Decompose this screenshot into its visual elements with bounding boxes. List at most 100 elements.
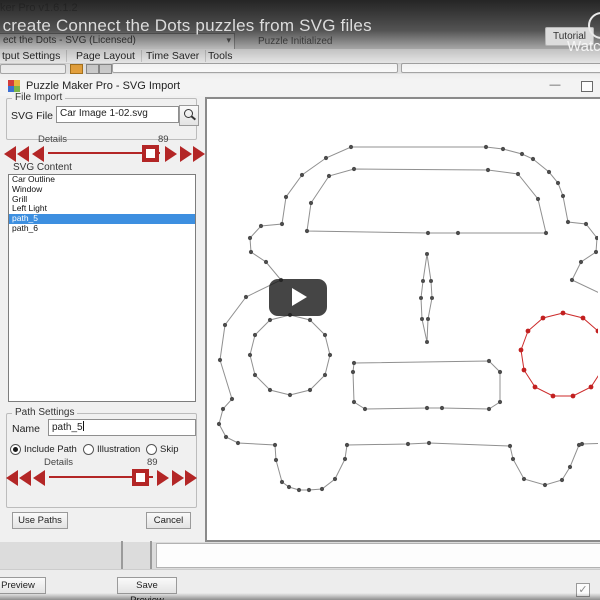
list-item[interactable]: Window — [9, 185, 195, 195]
bottom-button-bar — [0, 569, 600, 600]
toolbar-combobox[interactable] — [0, 64, 66, 74]
puzzle-dot — [522, 368, 527, 373]
puzzle-dot — [264, 260, 268, 264]
preview-path-right-light[interactable] — [521, 313, 598, 396]
svg-content-list[interactable]: Car Outline Window Grill Left Light path… — [8, 174, 196, 402]
puzzle-dot — [248, 236, 252, 240]
fast-decrease-button[interactable] — [6, 470, 31, 486]
puzzle-dot — [430, 296, 434, 300]
toolbar-icon[interactable] — [99, 64, 112, 74]
toolbar-icon[interactable] — [86, 64, 99, 74]
save-preview-button[interactable]: Save Preview — [117, 577, 177, 594]
puzzle-dot — [581, 316, 586, 321]
details-label: Details — [44, 457, 73, 468]
puzzle-dot — [456, 231, 460, 235]
use-paths-button[interactable]: Use Paths — [12, 512, 68, 529]
video-title[interactable]: o create Connect the Dots puzzles from S… — [0, 16, 372, 36]
menu-bar: tput Settings Page Layout Time Saver Too… — [0, 49, 600, 64]
puzzle-dot — [484, 145, 488, 149]
preview-path-window[interactable] — [307, 169, 546, 233]
puzzle-dot — [487, 407, 491, 411]
menu-item-output-settings[interactable]: tput Settings — [0, 50, 67, 62]
puzzle-dot — [561, 194, 565, 198]
toolbar-field[interactable] — [401, 63, 600, 73]
puzzle-dot — [218, 358, 222, 362]
browse-file-button[interactable] — [179, 105, 199, 126]
details-value: 89 — [147, 457, 158, 468]
puzzle-dot — [323, 373, 327, 377]
puzzle-type-dropdown-value: ect the Dots - SVG (Licensed) — [3, 35, 136, 46]
slider-handle[interactable] — [132, 469, 149, 486]
toolbar-field[interactable] — [112, 63, 398, 73]
watch-later-label[interactable]: Watch — [567, 38, 600, 55]
puzzle-dot — [280, 480, 284, 484]
puzzle-dot — [501, 147, 505, 151]
slider-handle[interactable] — [142, 145, 159, 162]
puzzle-dot — [324, 156, 328, 160]
puzzle-dot — [568, 465, 572, 469]
preview-path-grill[interactable] — [353, 361, 500, 409]
puzzle-dot — [308, 388, 312, 392]
puzzle-dot — [268, 388, 272, 392]
text-caret — [83, 421, 84, 431]
fast-decrease-button[interactable] — [4, 146, 29, 162]
include-path-radio[interactable] — [10, 444, 21, 455]
puzzle-dot — [425, 252, 429, 256]
puzzle-dot — [236, 441, 240, 445]
menu-item-tools[interactable]: Tools — [202, 50, 239, 62]
illustration-radio-label: Illustration — [97, 444, 140, 455]
puzzle-dot — [300, 173, 304, 177]
increase-button[interactable] — [165, 146, 177, 162]
window-divider — [150, 541, 152, 569]
svg-file-input[interactable]: Car Image 1-02.svg — [56, 106, 179, 123]
puzzle-dot — [308, 318, 312, 322]
details-slider — [4, 144, 198, 164]
chevron-down-icon: ▾ — [226, 35, 231, 46]
menu-item-time-saver[interactable]: Time Saver — [140, 50, 206, 62]
puzzle-dot — [566, 220, 570, 224]
text-preview-button[interactable]: xt Preview — [0, 577, 46, 594]
list-item[interactable]: path_6 — [9, 224, 195, 234]
puzzle-dot — [556, 181, 560, 185]
maximize-button[interactable] — [581, 81, 593, 92]
puzzle-dot — [288, 393, 292, 397]
background-panel — [156, 543, 600, 568]
puzzle-dot — [274, 458, 278, 462]
decrease-button[interactable] — [33, 470, 45, 486]
open-folder-icon[interactable] — [70, 64, 83, 74]
puzzle-dot — [253, 333, 257, 337]
puzzle-dot — [498, 370, 502, 374]
puzzle-dot — [487, 359, 491, 363]
puzzle-dot — [305, 229, 309, 233]
menu-item-page-layout[interactable]: Page Layout — [70, 50, 142, 62]
puzzle-dot — [297, 488, 301, 492]
puzzle-dot — [533, 385, 538, 390]
puzzle-dot — [307, 488, 311, 492]
increase-button[interactable] — [157, 470, 169, 486]
fast-increase-button[interactable] — [180, 146, 205, 162]
puzzle-dot — [561, 311, 566, 316]
svg-content-label: SVG Content — [10, 162, 75, 173]
puzzle-preview-canvas[interactable] — [205, 97, 600, 542]
puzzle-dot — [287, 485, 291, 489]
puzzle-dot — [498, 400, 502, 404]
play-button[interactable] — [269, 279, 327, 316]
puzzle-dot — [349, 145, 353, 149]
puzzle-dot — [259, 224, 263, 228]
checkbox-checked[interactable]: ✓ — [576, 583, 590, 597]
preview-svg — [207, 99, 598, 536]
puzzle-dot — [547, 170, 551, 174]
minimize-button[interactable]: — — [548, 79, 562, 93]
fast-increase-button[interactable] — [172, 470, 197, 486]
illustration-radio[interactable] — [83, 444, 94, 455]
puzzle-dot — [223, 323, 227, 327]
decrease-button[interactable] — [32, 146, 44, 162]
cancel-button[interactable]: Cancel — [146, 512, 191, 529]
path-name-input[interactable]: path_5 — [48, 419, 196, 436]
puzzle-dot — [352, 361, 356, 365]
file-import-group-label: File Import — [12, 92, 65, 103]
preview-path-left-light[interactable] — [250, 315, 330, 395]
puzzle-dot — [543, 483, 547, 487]
puzzle-dot — [221, 407, 225, 411]
skip-radio[interactable] — [146, 444, 157, 455]
